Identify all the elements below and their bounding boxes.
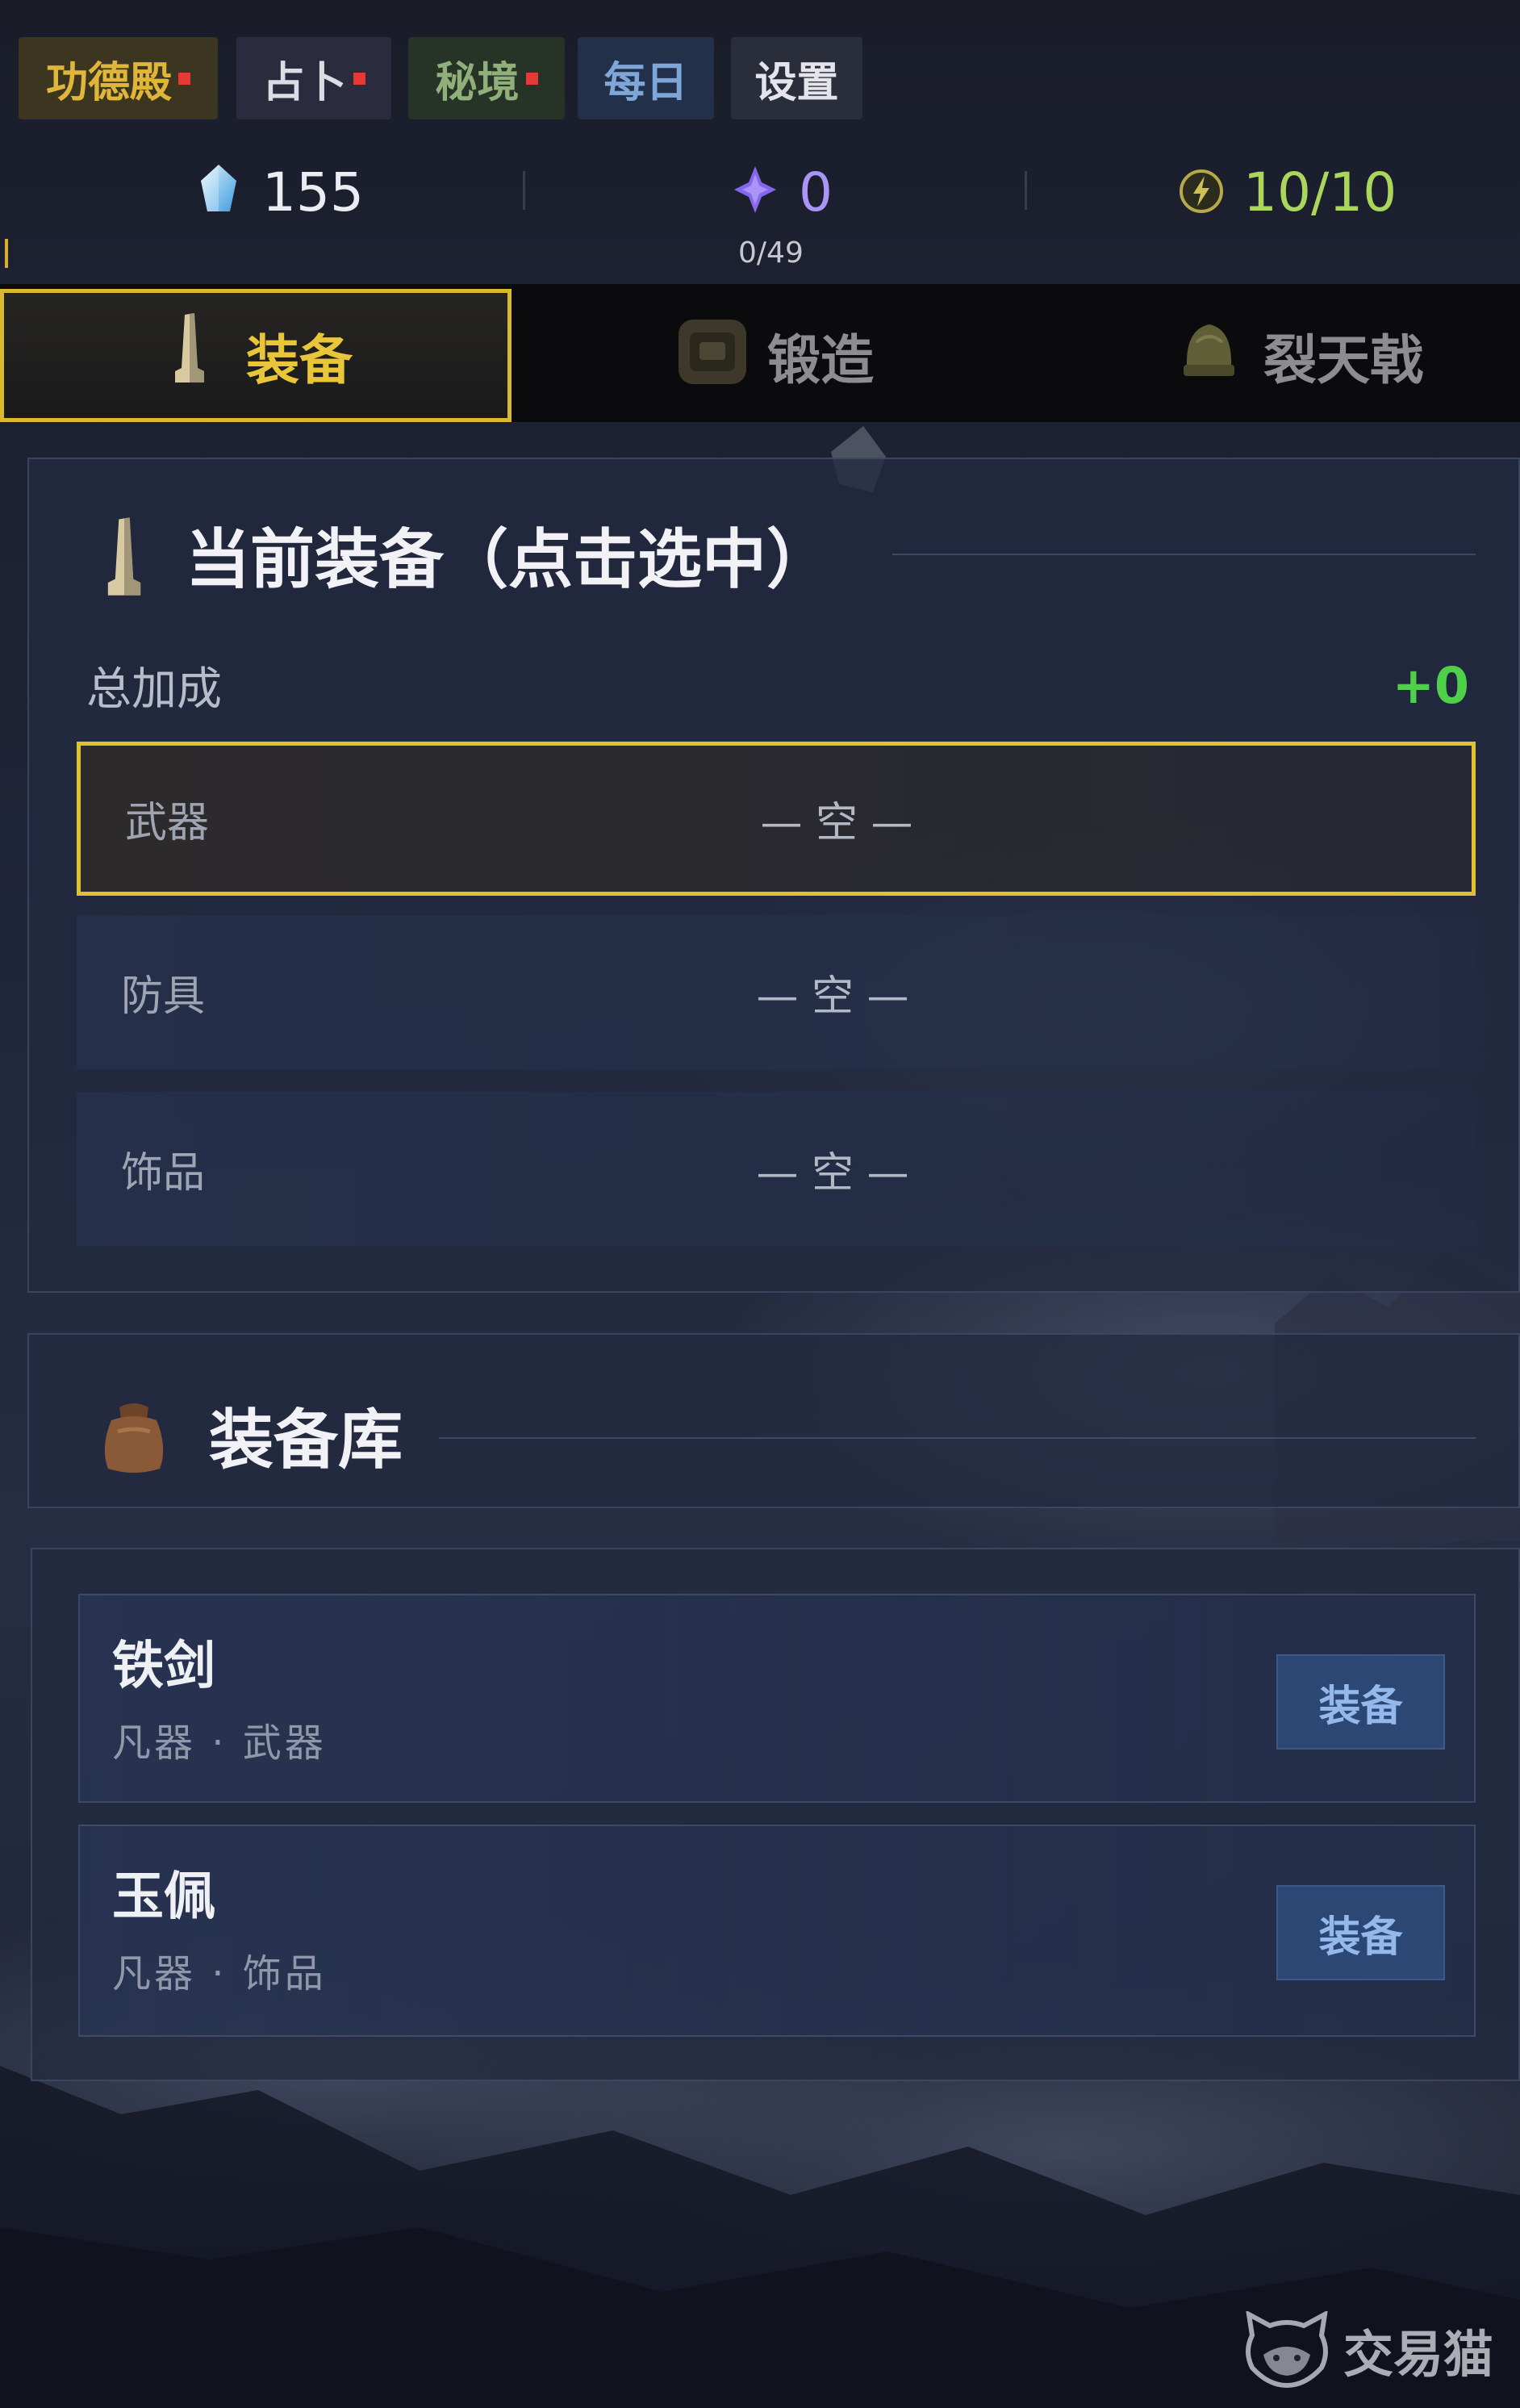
- inventory-list: 铁剑 凡器 · 武器 装备 玉佩 凡器 · 饰品 装备: [31, 1548, 1520, 2081]
- crystal-icon: [201, 165, 236, 211]
- item-meta: 凡器 · 武器: [112, 1720, 327, 1766]
- stele-icon: [107, 517, 141, 596]
- tab-label: 锻造: [767, 328, 874, 391]
- nav-button-secret-realm[interactable]: 秘境: [408, 37, 565, 119]
- slot-armor[interactable]: 防具 — 空 —: [77, 915, 1476, 1069]
- current-equipment-panel: 当前装备（点击选中） 总加成 +0 武器 — 空 — 防具 — 空 — 饰品 —…: [27, 458, 1520, 1293]
- edge-marker: [5, 239, 8, 268]
- tab-sky-halberd[interactable]: 裂天戟: [1016, 289, 1520, 422]
- slot-value: — 空 —: [760, 799, 913, 847]
- gem-count: 0: [799, 161, 833, 224]
- item-name: 玉佩: [112, 1867, 215, 1927]
- stat-divider: [1025, 171, 1027, 210]
- total-bonus-label: 总加成: [86, 663, 222, 716]
- gem-progress: 0/49: [738, 236, 804, 270]
- inventory-title: 装备库: [209, 1403, 403, 1478]
- tab-bar: 装备 锻造 裂天戟: [0, 284, 1520, 422]
- purple-gem-icon: [734, 166, 776, 213]
- inventory-header: 装备库: [27, 1333, 1520, 1508]
- nav-label: 每日: [603, 58, 688, 107]
- title-divider: [439, 1437, 1476, 1439]
- equip-button[interactable]: 装备: [1276, 1654, 1445, 1750]
- nav-button-divination[interactable]: 占卜: [236, 37, 391, 119]
- inventory-item: 玉佩 凡器 · 饰品 装备: [78, 1825, 1476, 2037]
- slot-label: 饰品: [121, 1149, 206, 1198]
- inventory-item: 铁剑 凡器 · 武器 装备: [78, 1594, 1476, 1803]
- slot-value: — 空 —: [756, 972, 909, 1021]
- panel-title: 当前装备（点击选中）: [186, 522, 831, 597]
- watermark-text: 交易猫: [1343, 2325, 1494, 2384]
- slot-accessory[interactable]: 饰品 — 空 —: [77, 1092, 1476, 1246]
- nav-button-daily[interactable]: 每日: [578, 37, 714, 119]
- notification-dot: [353, 72, 365, 85]
- tab-equipment[interactable]: 装备: [0, 289, 512, 422]
- cat-logo-icon: [1246, 2311, 1328, 2388]
- total-bonus-value: +0: [1392, 655, 1469, 715]
- tab-forge[interactable]: 锻造: [512, 289, 1016, 422]
- nav-button-merit-hall[interactable]: 功德殿: [19, 37, 218, 119]
- energy-count: 10/10: [1243, 161, 1397, 224]
- nav-button-settings[interactable]: 设置: [731, 37, 862, 119]
- nav-label: 功德殿: [45, 58, 172, 107]
- slot-value: — 空 —: [756, 1149, 909, 1198]
- tab-label: 装备: [246, 328, 353, 391]
- top-bar: 功德殿 占卜 秘境 每日 设置 155 0 0/49 10/10: [0, 0, 1520, 284]
- item-meta: 凡器 · 饰品: [112, 1951, 327, 1996]
- nav-label: 秘境: [435, 58, 520, 107]
- slot-weapon[interactable]: 武器 — 空 —: [77, 742, 1476, 896]
- helmet-icon: [1184, 324, 1234, 376]
- bag-icon: [104, 1403, 164, 1473]
- crystal-count: 155: [262, 161, 364, 224]
- equip-button[interactable]: 装备: [1276, 1885, 1445, 1980]
- forge-icon: [679, 320, 746, 384]
- title-divider: [892, 554, 1476, 555]
- item-name: 铁剑: [112, 1637, 215, 1696]
- stele-icon: [175, 313, 204, 383]
- notification-dot: [178, 72, 190, 85]
- nav-label: 占卜: [262, 58, 347, 107]
- tab-label: 裂天戟: [1263, 328, 1423, 391]
- slot-label: 武器: [125, 799, 210, 847]
- stat-divider: [523, 171, 525, 210]
- nav-label: 设置: [754, 58, 839, 107]
- lightning-icon: [1180, 169, 1223, 213]
- slot-label: 防具: [121, 972, 206, 1021]
- notification-dot: [525, 72, 538, 85]
